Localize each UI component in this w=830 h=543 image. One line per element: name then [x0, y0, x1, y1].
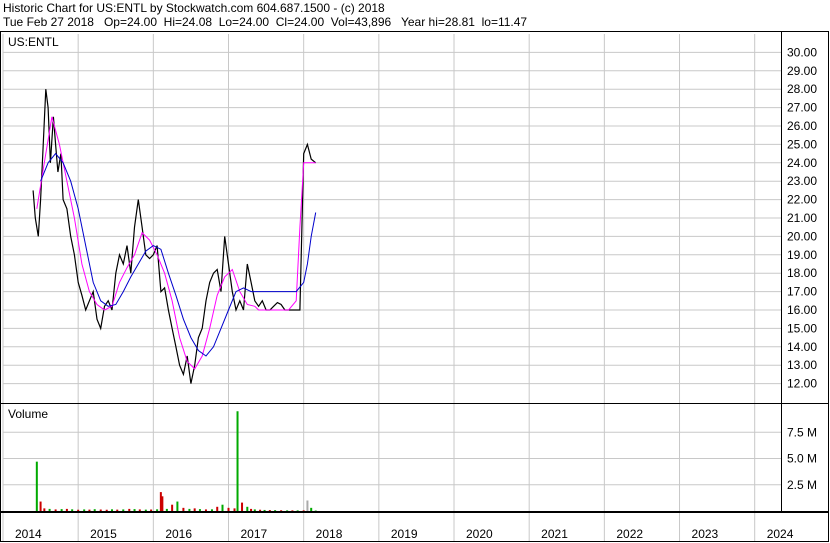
volume-bar: [65, 508, 68, 511]
price-tick-label: 13.00: [787, 358, 817, 372]
volume-bar: [233, 508, 236, 511]
year-tick-label: 2017: [241, 527, 268, 541]
price-tick-label: 15.00: [787, 321, 817, 335]
volume-bar: [54, 509, 57, 511]
volume-bar: [83, 509, 86, 511]
axis-labels: 12.00 13.00 14.00 15.00 16.00 17.00 18.00 19.00…: [8, 35, 817, 541]
volume-bar: [198, 509, 201, 511]
volume-bar: [221, 504, 224, 511]
volume-bar: [105, 509, 108, 511]
volume-bar: [35, 461, 38, 511]
volume-bar: [144, 509, 147, 511]
year-tick-label: 2014: [15, 527, 42, 541]
volume-bar: [204, 509, 207, 511]
price-tick-label: 29.00: [787, 64, 817, 78]
volume-bar: [39, 501, 42, 511]
grid-lines: [2, 34, 781, 541]
price-tick-label: 24.00: [787, 156, 817, 170]
year-tick-label: 2016: [165, 527, 192, 541]
volume-bar: [310, 507, 313, 511]
price-tick-label: 23.00: [787, 174, 817, 188]
symbol-label: US:ENTL: [8, 35, 59, 49]
volume-bar: [71, 509, 74, 511]
volume-tick-label: 2.5 M: [787, 478, 817, 492]
volume-bar: [176, 501, 179, 511]
volume-bar: [306, 500, 309, 511]
volume-bar: [48, 508, 51, 511]
volume-bar: [188, 508, 191, 511]
volume-bar: [193, 508, 196, 511]
volume-bar: [250, 508, 253, 511]
volume-bar: [263, 509, 266, 511]
price-tick-label: 22.00: [787, 193, 817, 207]
volume-bar: [60, 509, 63, 511]
price-tick-label: 17.00: [787, 285, 817, 299]
volume-bar: [43, 508, 46, 511]
volume-bar: [133, 509, 136, 511]
price-volume-chart: 12.00 13.00 14.00 15.00 16.00 17.00 18.00 19.00…: [0, 31, 829, 542]
volume-bar: [216, 506, 219, 511]
volume-bar: [150, 509, 153, 511]
year-tick-label: 2024: [767, 527, 794, 541]
volume-bar: [246, 506, 249, 511]
volume-bar: [128, 508, 131, 511]
price-tick-label: 25.00: [787, 137, 817, 151]
volume-bar: [161, 496, 164, 511]
volume-bar: [268, 510, 271, 512]
volume-bar: [116, 509, 119, 511]
volume-bar: [165, 508, 168, 511]
volume-tick-label: 7.5 M: [787, 425, 817, 439]
year-tick-label: 2018: [316, 527, 343, 541]
price-tick-label: 20.00: [787, 229, 817, 243]
volume-bar: [253, 509, 256, 511]
volume-bar: [99, 509, 102, 511]
volume-bar: [182, 507, 185, 511]
price-tick-label: 12.00: [787, 377, 817, 391]
volume-bar: [77, 509, 80, 511]
price-tick-label: 27.00: [787, 101, 817, 115]
volume-bar: [227, 507, 230, 511]
price-tick-label: 16.00: [787, 303, 817, 317]
price-tick-label: 21.00: [787, 211, 817, 225]
volume-bar: [110, 509, 113, 511]
volume-panel-frame: [0, 403, 829, 512]
volume-bar: [171, 504, 174, 511]
volume-bar: [156, 509, 159, 511]
volume-panel-label: Volume: [8, 407, 48, 421]
year-tick-label: 2020: [466, 527, 493, 541]
volume-tick-label: 5.0 M: [787, 452, 817, 466]
year-tick-label: 2022: [616, 527, 643, 541]
volume-bar: [93, 509, 96, 511]
price-tick-label: 28.00: [787, 82, 817, 96]
volume-bar: [259, 509, 262, 511]
price-tick-label: 14.00: [787, 340, 817, 354]
volume-bar: [88, 509, 91, 511]
year-tick-label: 2019: [391, 527, 418, 541]
price-tick-label: 19.00: [787, 248, 817, 262]
volume-bar: [210, 509, 213, 511]
year-tick-label: 2023: [692, 527, 719, 541]
price-tick-label: 30.00: [787, 45, 817, 59]
year-tick-label: 2021: [541, 527, 568, 541]
volume-bar: [236, 411, 239, 511]
price-tick-label: 18.00: [787, 266, 817, 280]
year-tick-label: 2015: [90, 527, 117, 541]
stock-chart-window: Historic Chart for US:ENTL by Stockwatch…: [0, 0, 830, 543]
volume-bar: [122, 509, 125, 511]
price-tick-label: 26.00: [787, 119, 817, 133]
volume-bar: [138, 509, 141, 511]
volume-bar: [241, 502, 244, 511]
